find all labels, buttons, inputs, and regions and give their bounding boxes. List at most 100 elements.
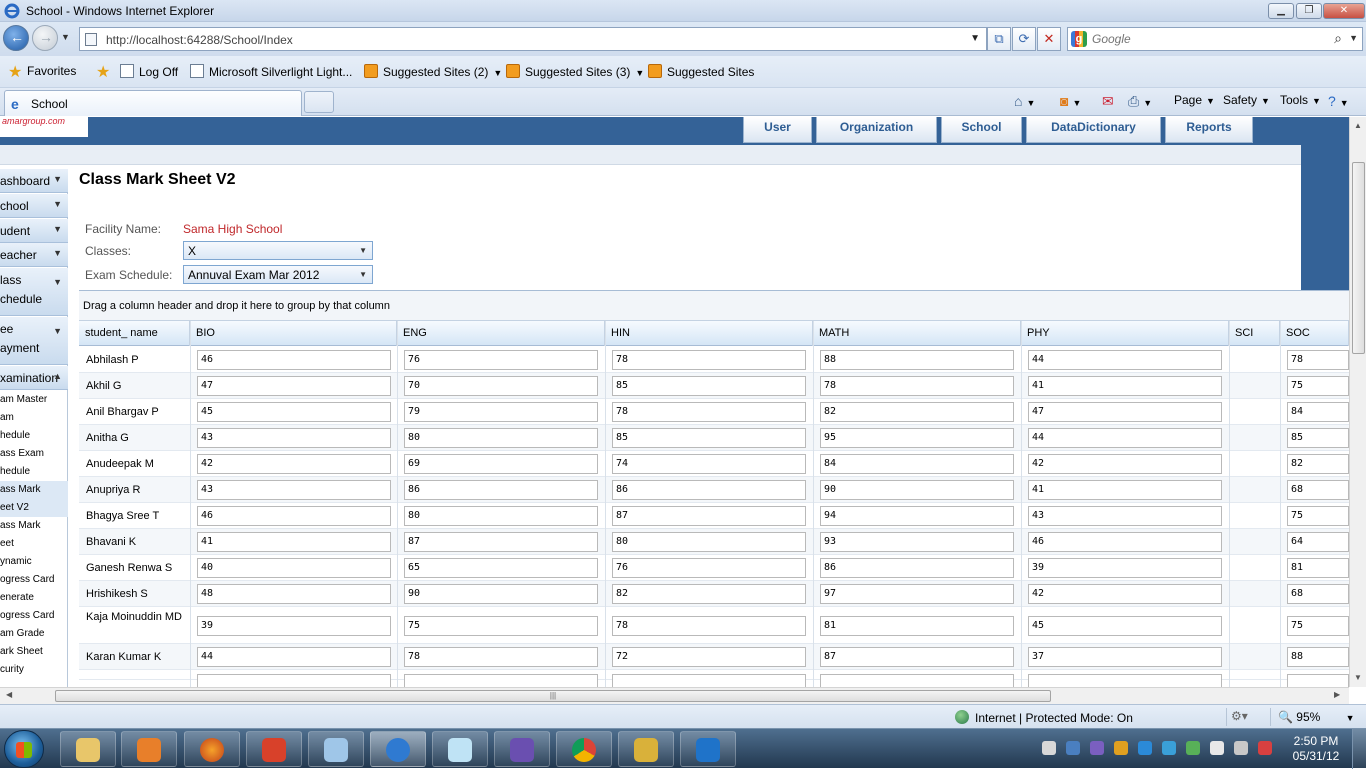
nav-school[interactable]: School	[941, 117, 1022, 143]
tools-menu[interactable]: Tools ▼	[1280, 93, 1321, 107]
nav-organization[interactable]: Organization	[816, 117, 937, 143]
mark-input-math[interactable]: 95	[820, 428, 1014, 448]
back-button[interactable]: ←	[3, 25, 29, 51]
mark-input-eng[interactable]: 76	[404, 350, 598, 370]
column-header-hin[interactable]: HIN	[605, 321, 813, 346]
mark-input-soc[interactable]: 75	[1287, 506, 1349, 526]
mark-input-bio[interactable]: 41	[197, 532, 391, 552]
mark-input-soc[interactable]: 78	[1287, 350, 1349, 370]
mark-input-phy[interactable]: 46	[1028, 532, 1222, 552]
mark-input-bio[interactable]: 39	[197, 615, 391, 636]
column-header-soc[interactable]: SOC	[1280, 321, 1349, 346]
column-header-eng[interactable]: ENG	[397, 321, 605, 346]
search-icon[interactable]: ⌕	[1334, 30, 1342, 47]
sidebar-subitem[interactable]: ogress Card	[0, 571, 68, 589]
mark-input-phy[interactable]: 45	[1028, 615, 1222, 636]
safety-menu[interactable]: Safety ▼	[1223, 93, 1270, 107]
mark-input-hin[interactable]: 72	[612, 647, 806, 667]
search-box[interactable]: g ⌕ ▼	[1067, 27, 1363, 51]
clock[interactable]: 2:50 PM 05/31/12	[1286, 734, 1346, 764]
recent-pages-dropdown[interactable]: ▼	[61, 32, 70, 42]
sidebar-subitem[interactable]: enerate	[0, 589, 68, 607]
mark-input-soc[interactable]: 82	[1287, 454, 1349, 474]
tray-icon[interactable]	[1138, 741, 1152, 755]
mark-input-soc[interactable]: 88	[1287, 647, 1349, 667]
new-tab-button[interactable]	[304, 91, 334, 113]
help-button[interactable]: ? ▼	[1328, 93, 1349, 109]
show-desktop-button[interactable]	[1352, 729, 1366, 769]
sidebar-subitem[interactable]: ark Sheet	[0, 643, 68, 661]
mark-input-phy[interactable]: 44	[1028, 350, 1222, 370]
mark-input-hin[interactable]: 74	[612, 454, 806, 474]
volume-muted-icon[interactable]	[1258, 741, 1272, 755]
vertical-scrollbar[interactable]: ▲ ▼	[1349, 117, 1366, 687]
mark-input-phy[interactable]: 47	[1028, 402, 1222, 422]
mark-input-bio[interactable]	[197, 674, 391, 687]
sidebar-item-fee-payment[interactable]: ee ayment ▼	[0, 317, 68, 365]
sidebar-subitem[interactable]: ass Mark	[0, 517, 68, 535]
favorite-suggested-sites-2[interactable]: Suggested Sites (2) ▼	[364, 64, 502, 79]
mark-input-math[interactable]: 84	[820, 454, 1014, 474]
mark-input-phy[interactable]: 37	[1028, 647, 1222, 667]
mark-input-bio[interactable]: 43	[197, 480, 391, 500]
column-header-sci[interactable]: SCI	[1229, 321, 1280, 346]
mark-input-eng[interactable]: 80	[404, 506, 598, 526]
security-zone-text[interactable]: Internet | Protected Mode: On	[975, 711, 1133, 725]
mark-input-bio[interactable]: 40	[197, 558, 391, 578]
feeds-button[interactable]: ◙ ▼	[1060, 93, 1081, 109]
stop-button[interactable]: ✕	[1037, 27, 1061, 51]
mark-input-bio[interactable]: 42	[197, 454, 391, 474]
mark-input-soc[interactable]: 68	[1287, 480, 1349, 500]
scroll-right-icon[interactable]: ▶	[1334, 690, 1340, 699]
sidebar-item-examination[interactable]: xamination ▲	[0, 366, 68, 390]
address-bar[interactable]: http://localhost:64288/School/Index ▼	[79, 27, 987, 51]
mark-input-bio[interactable]: 45	[197, 402, 391, 422]
mark-input-eng[interactable]: 70	[404, 376, 598, 396]
taskbar-paint[interactable]	[308, 731, 364, 767]
mark-input-math[interactable]: 82	[820, 402, 1014, 422]
mark-input-bio[interactable]: 44	[197, 647, 391, 667]
mark-input-bio[interactable]: 47	[197, 376, 391, 396]
tab-school[interactable]: e School	[4, 90, 302, 116]
mark-input-soc[interactable]: 75	[1287, 615, 1349, 636]
sidebar-item-teacher[interactable]: eacher ▼	[0, 243, 68, 267]
mark-input-hin[interactable]: 80	[612, 532, 806, 552]
action-center-icon[interactable]	[1210, 741, 1224, 755]
sidebar-subitem[interactable]: am Grade	[0, 625, 68, 643]
network-icon[interactable]	[1234, 741, 1248, 755]
mark-input-eng[interactable]: 86	[404, 480, 598, 500]
tray-icon[interactable]	[1042, 741, 1056, 755]
taskbar-chrome[interactable]	[556, 731, 612, 767]
page-menu[interactable]: Page ▼	[1174, 93, 1215, 107]
mark-input-soc[interactable]: 75	[1287, 376, 1349, 396]
zoom-level[interactable]: 🔍 95% ▼	[1278, 710, 1355, 724]
mark-input-eng[interactable]: 79	[404, 402, 598, 422]
mark-input-eng[interactable]: 65	[404, 558, 598, 578]
sidebar-item-student[interactable]: udent ▼	[0, 219, 68, 243]
read-mail-icon[interactable]: ✉	[1102, 93, 1114, 110]
maximize-button[interactable]: ❐	[1296, 3, 1322, 19]
close-window-button[interactable]: ✕	[1323, 3, 1365, 19]
protected-mode-icon[interactable]: ⚙▾	[1231, 709, 1248, 723]
mark-input-hin[interactable]: 76	[612, 558, 806, 578]
favorite-silverlight[interactable]: Microsoft Silverlight Light...	[190, 64, 352, 79]
mark-input-soc[interactable]	[1287, 674, 1349, 687]
address-dropdown-icon[interactable]: ▼	[970, 33, 980, 44]
favorites-button[interactable]: ★ Favorites	[8, 64, 76, 81]
column-header-bio[interactable]: BIO	[190, 321, 397, 346]
sidebar-subitem[interactable]: hedule	[0, 427, 68, 445]
mark-input-hin[interactable]: 78	[612, 402, 806, 422]
mark-input-soc[interactable]: 64	[1287, 532, 1349, 552]
refresh-button[interactable]: ⟳	[1012, 27, 1036, 51]
horizontal-scroll-thumb[interactable]: |||	[55, 690, 1051, 702]
sidebar-item-class-schedule[interactable]: lass chedule ▼	[0, 268, 68, 316]
sidebar-subitem-selected[interactable]: ass Mark	[0, 481, 68, 499]
mark-input-eng[interactable]: 90	[404, 584, 598, 604]
add-to-favorites-button[interactable]: ★	[96, 64, 115, 81]
mark-input-math[interactable]: 93	[820, 532, 1014, 552]
mark-input-math[interactable]: 81	[820, 615, 1014, 636]
search-options-dropdown[interactable]: ▼	[1349, 33, 1358, 43]
search-input[interactable]	[1092, 32, 1322, 46]
tray-icon[interactable]	[1114, 741, 1128, 755]
mark-input-phy[interactable]: 41	[1028, 376, 1222, 396]
